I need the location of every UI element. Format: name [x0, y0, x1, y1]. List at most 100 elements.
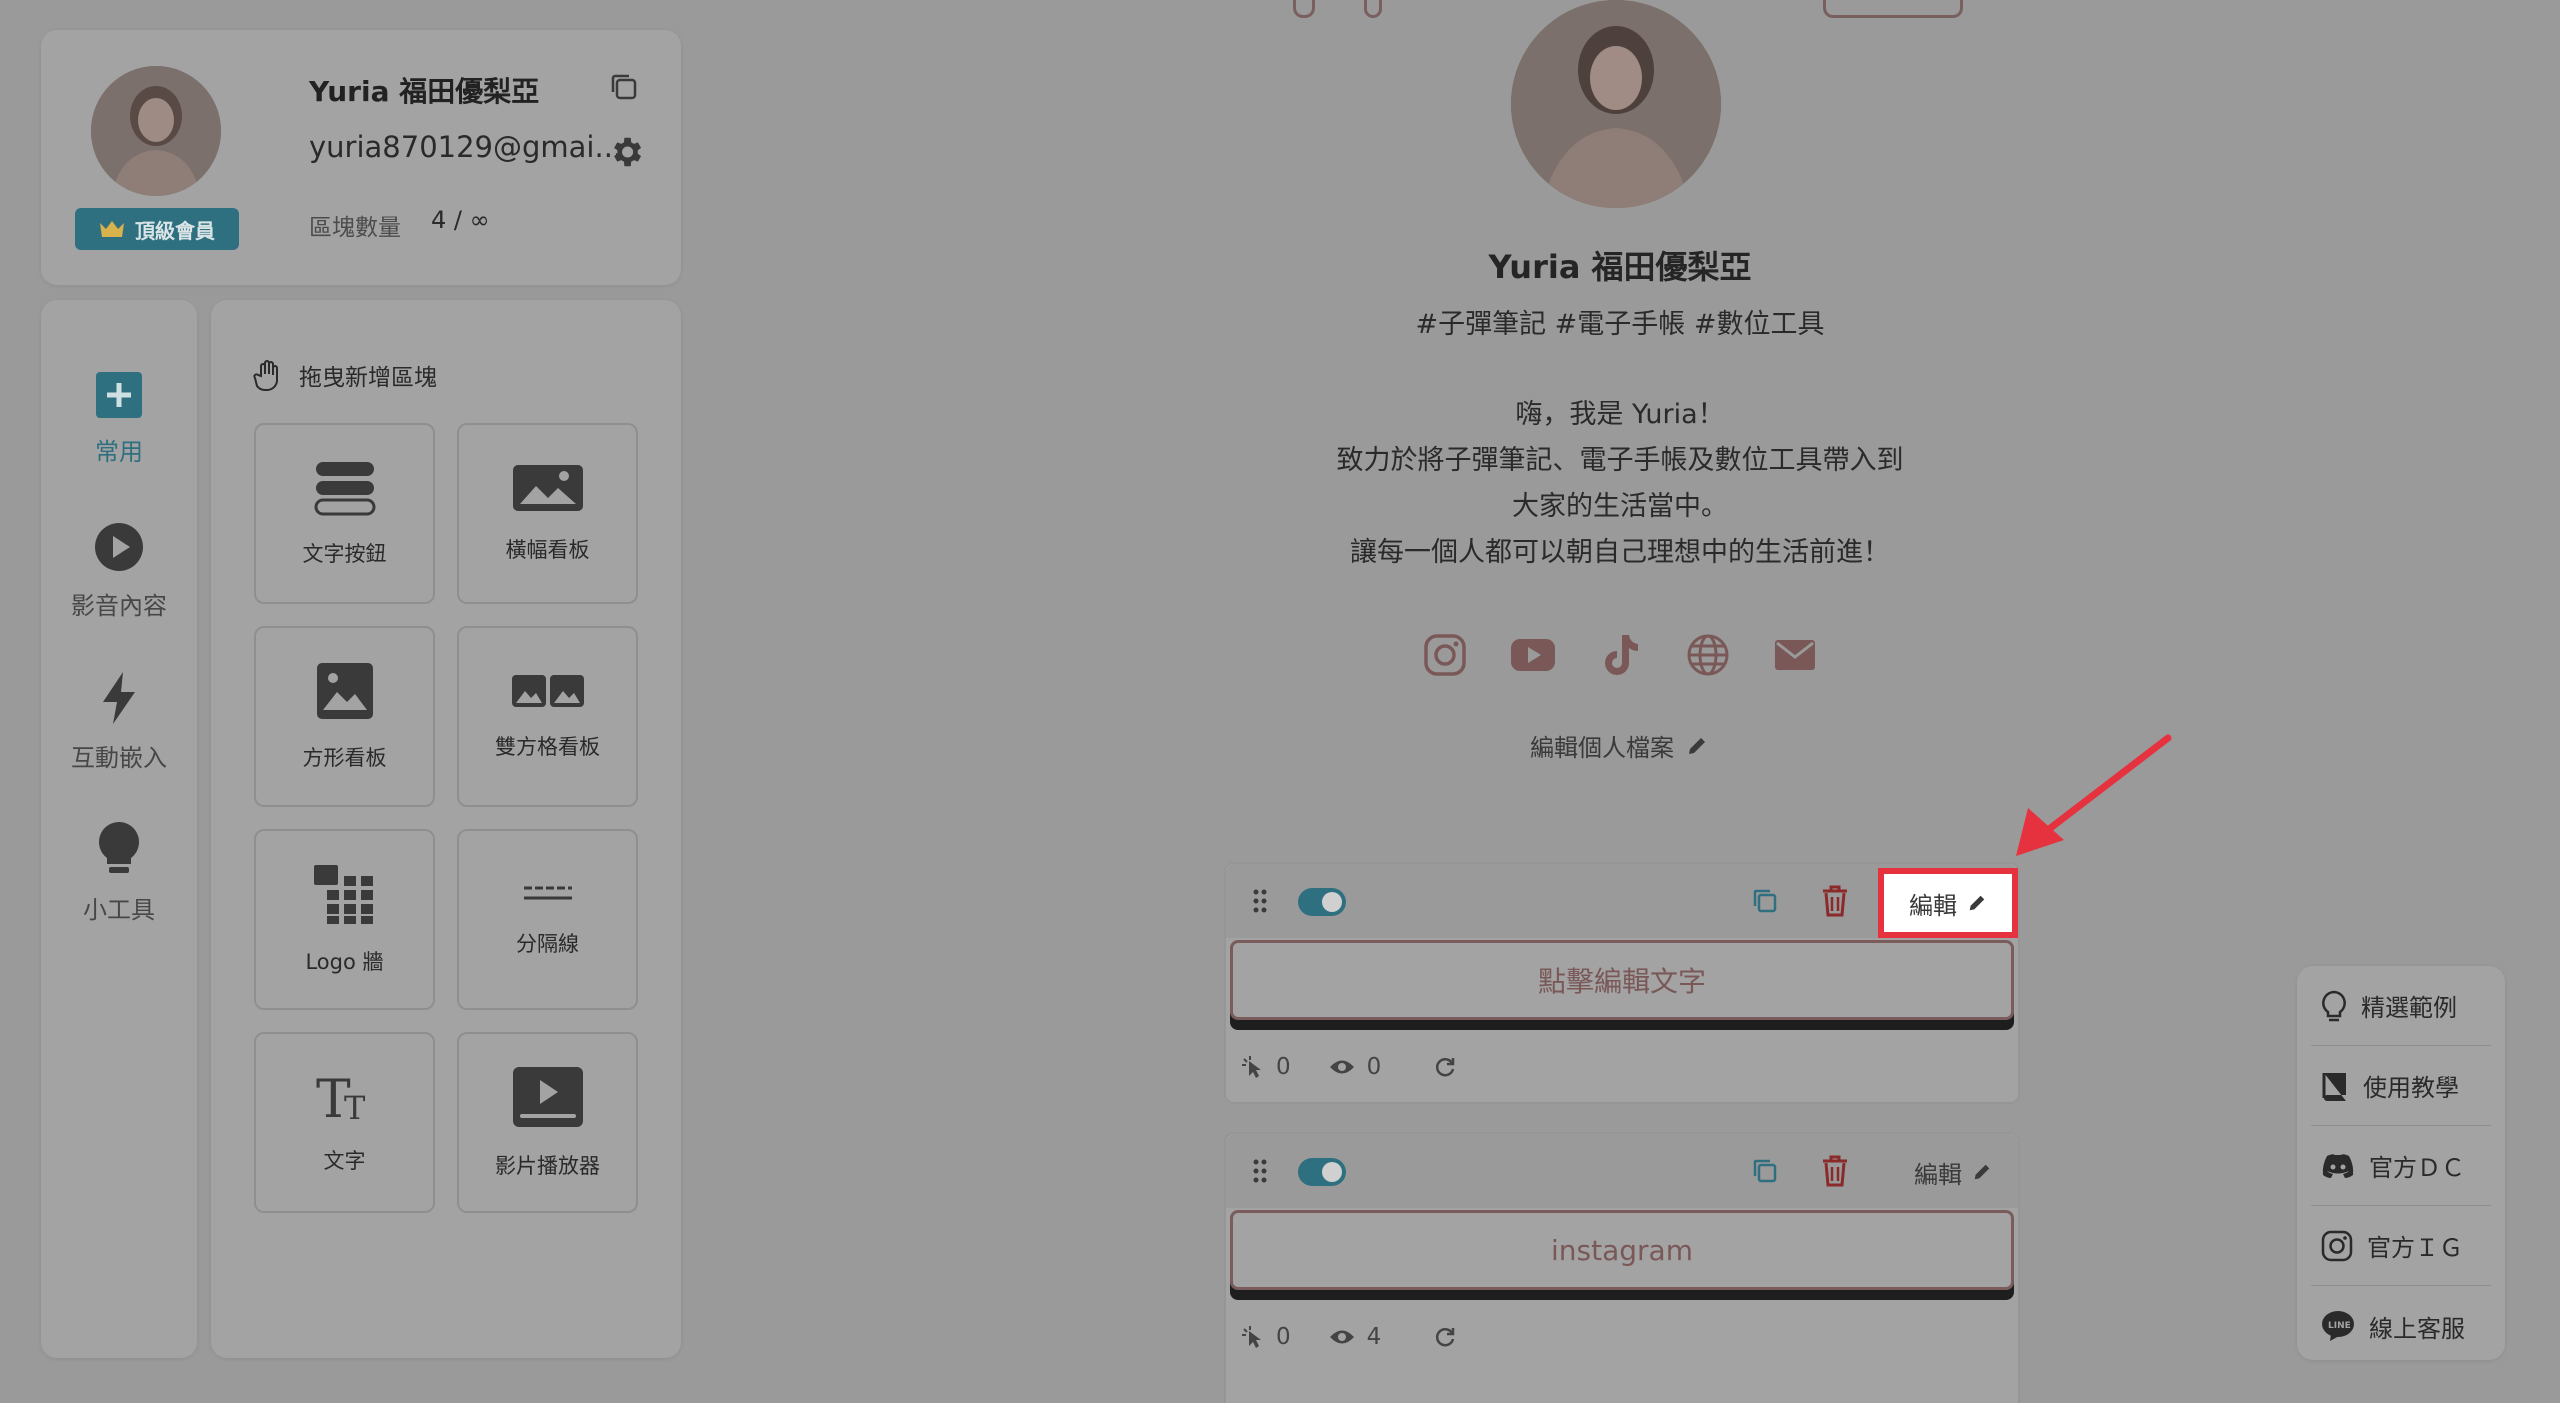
square-board-icon — [316, 662, 373, 719]
tile-double-grid[interactable]: 雙方格看板 — [457, 626, 638, 807]
block-stats: 0 0 — [1240, 1054, 1457, 1080]
category-tools[interactable]: 小工具 — [41, 822, 197, 925]
blocks-panel-title-text: 拖曳新增區塊 — [299, 365, 437, 391]
click-icon — [1242, 1326, 1261, 1348]
help-menu: 精選範例 使用教學 官方ＤＣ 官方ＩＧ LINE 線上客服 — [2297, 966, 2505, 1360]
category-label: 影音內容 — [71, 592, 167, 620]
hand-icon — [253, 360, 278, 391]
blocks-panel: 拖曳新增區塊 文字按鈕 橫幅看板 方形看板 雙方格看板 Logo 牆 分隔線 T… — [211, 300, 681, 1358]
eye-icon — [1329, 1330, 1354, 1344]
category-nav: 常用 影音內容 互動嵌入 小工具 — [41, 300, 197, 1358]
crown-icon — [100, 221, 124, 237]
category-embed[interactable]: 互動嵌入 — [41, 672, 197, 773]
bio-line: 嗨，我是 Yuria！ — [1515, 399, 1725, 430]
tile-label: 文字 — [323, 1148, 366, 1173]
tile-divider[interactable]: 分隔線 — [457, 829, 638, 1010]
preview-avatar — [1511, 0, 1721, 208]
visibility-toggle[interactable] — [1298, 1158, 1346, 1186]
click-count: 0 — [1276, 1324, 1291, 1350]
edit-block-label: 編輯 — [1914, 1160, 1962, 1189]
toolbar-stub-button[interactable] — [1823, 0, 1963, 18]
mail-icon[interactable] — [1770, 630, 1820, 680]
tile-banner[interactable]: 橫幅看板 — [457, 423, 638, 604]
pencil-icon — [1969, 895, 1985, 911]
tiktok-icon[interactable] — [1595, 630, 1645, 680]
block-preview-button[interactable]: instagram — [1230, 1210, 2014, 1290]
youtube-icon[interactable] — [1508, 630, 1558, 680]
play-icon — [95, 523, 143, 571]
globe-icon[interactable] — [1683, 630, 1733, 680]
tile-label: Logo 牆 — [305, 949, 384, 974]
divider-icon — [523, 886, 572, 899]
edit-block-button[interactable]: 編輯 — [1878, 868, 2018, 938]
duplicate-icon[interactable] — [1750, 886, 1780, 916]
avatar[interactable] — [91, 66, 221, 196]
duplicate-icon[interactable] — [1750, 1156, 1780, 1186]
tile-label: 雙方格看板 — [495, 734, 600, 759]
edit-profile-link[interactable]: 編輯個人檔案 — [1530, 728, 1708, 763]
profile-name: Yuria 福田優梨亞 — [309, 75, 540, 108]
category-media[interactable]: 影音內容 — [41, 522, 197, 621]
tile-label: 影片播放器 — [495, 1153, 600, 1178]
category-common[interactable]: 常用 — [41, 372, 197, 467]
block-preview-button[interactable]: 點擊編輯文字 — [1230, 940, 2014, 1020]
tile-text-button[interactable]: 文字按鈕 — [254, 423, 435, 604]
pencil-icon — [1974, 1164, 1990, 1180]
help-menu-support[interactable]: LINE 線上客服 — [2311, 1286, 2491, 1366]
tile-square-board[interactable]: 方形看板 — [254, 626, 435, 807]
toolbar-stub-icon[interactable] — [1293, 0, 1315, 18]
visibility-toggle[interactable] — [1298, 888, 1346, 916]
tile-label: 分隔線 — [516, 931, 579, 956]
delete-icon[interactable] — [1820, 1154, 1850, 1188]
annotation-arrow — [2016, 734, 2172, 856]
profile-card: 頂級會員 Yuria 福田優梨亞 yuria870129@gmai... 區塊數… — [41, 30, 681, 285]
edit-block-label: 編輯 — [1909, 891, 1957, 920]
line-icon: LINE — [2322, 1311, 2354, 1341]
refresh-icon[interactable] — [1433, 1325, 1457, 1349]
text-icon: TT — [316, 1071, 366, 1123]
profile-email: yuria870129@gmai... — [309, 130, 623, 164]
block-stats: 0 4 — [1240, 1324, 1457, 1350]
gear-icon[interactable] — [607, 133, 645, 171]
instagram-icon[interactable] — [1420, 630, 1470, 680]
drag-handle-icon[interactable] — [1252, 1158, 1268, 1184]
book-icon — [2322, 1072, 2346, 1101]
delete-icon[interactable] — [1820, 884, 1850, 918]
tile-logo-wall[interactable]: Logo 牆 — [254, 829, 435, 1010]
logo-wall-icon — [313, 864, 373, 924]
tile-label: 橫幅看板 — [505, 537, 590, 562]
help-menu-instagram[interactable]: 官方ＩＧ — [2311, 1206, 2491, 1286]
refresh-icon[interactable] — [1433, 1055, 1457, 1079]
link-block: 編輯 instagram 0 4 — [1224, 1132, 2020, 1403]
help-menu-label: 官方ＤＣ — [2369, 1154, 2465, 1182]
bio-line: 致力於將子彈筆記、電子手帳及數位工具帶入到 — [1336, 445, 1904, 476]
help-menu-label: 使用教學 — [2363, 1074, 2459, 1102]
tile-video-player[interactable]: 影片播放器 — [457, 1032, 638, 1213]
text-button-icon — [314, 461, 375, 515]
block-count-value: 4 / ∞ — [431, 206, 490, 234]
preview-bio: 嗨，我是 Yuria！ 致力於將子彈筆記、電子手帳及數位工具帶入到 大家的生活當… — [1240, 392, 2000, 576]
block-count-label: 區塊數量 — [309, 215, 401, 241]
discord-icon — [2322, 1153, 2354, 1178]
tile-text[interactable]: TT 文字 — [254, 1032, 435, 1213]
help-menu-label: 線上客服 — [2369, 1314, 2465, 1343]
membership-badge-label: 頂級會員 — [135, 218, 215, 243]
edit-block-button[interactable]: 編輯 — [1894, 1146, 2012, 1198]
plus-icon — [96, 372, 142, 418]
bio-line: 大家的生活當中。 — [1512, 491, 1728, 522]
toolbar-stub-icon[interactable] — [1364, 0, 1382, 18]
view-count: 0 — [1366, 1054, 1382, 1080]
help-menu-discord[interactable]: 官方ＤＣ — [2311, 1126, 2491, 1206]
instagram-icon — [2321, 1230, 2353, 1261]
banner-icon — [512, 464, 583, 511]
bio-line: 讓每一個人都可以朝自己理想中的生活前進！ — [1350, 537, 1890, 568]
category-label: 互動嵌入 — [71, 744, 167, 772]
help-menu-tutorial[interactable]: 使用教學 — [2311, 1046, 2491, 1126]
membership-badge: 頂級會員 — [75, 208, 239, 250]
bulb-outline-icon — [2322, 990, 2346, 1021]
help-menu-featured[interactable]: 精選範例 — [2311, 966, 2491, 1046]
copy-icon[interactable] — [607, 70, 641, 104]
svg-text:LINE: LINE — [2328, 1321, 2351, 1331]
drag-handle-icon[interactable] — [1252, 888, 1268, 914]
click-icon — [1242, 1056, 1261, 1078]
